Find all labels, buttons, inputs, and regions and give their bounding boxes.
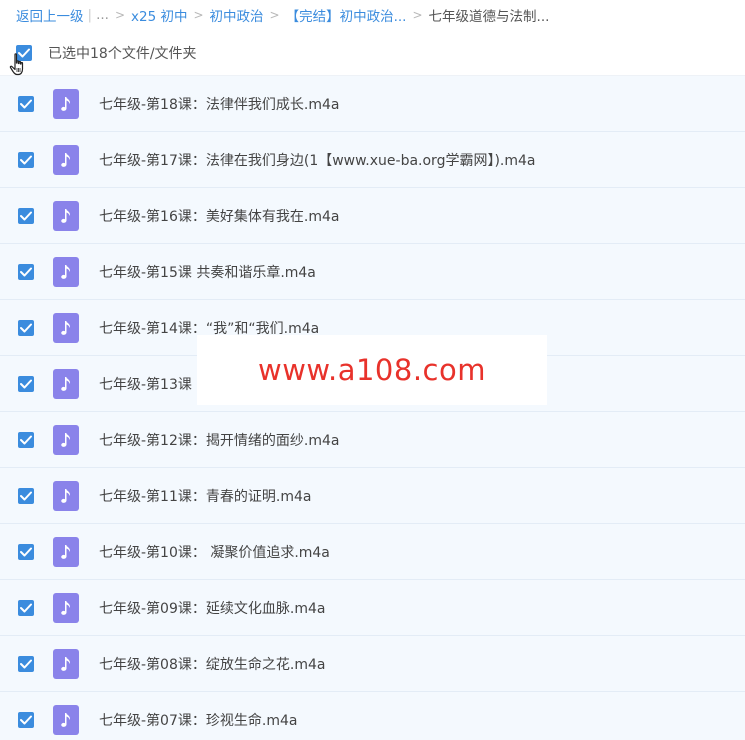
music-note-icon xyxy=(53,480,79,511)
row-checkbox[interactable] xyxy=(18,599,34,616)
music-note-icon xyxy=(53,424,79,455)
watermark-text: www.a108.com xyxy=(258,353,486,387)
row-checkbox[interactable] xyxy=(18,375,34,392)
check-icon xyxy=(20,547,32,556)
check-icon xyxy=(20,379,32,388)
check-icon xyxy=(20,267,32,276)
breadcrumb-item-complete[interactable]: 【完结】初中政治... xyxy=(286,5,407,25)
music-note-icon xyxy=(53,704,79,735)
breadcrumb-separator: > xyxy=(193,8,204,22)
file-name[interactable]: 七年级-第10课： 凝聚价值追求.m4a xyxy=(99,542,330,562)
check-icon xyxy=(20,211,32,220)
back-link[interactable]: 返回上一级 xyxy=(16,5,84,25)
file-name[interactable]: 七年级-第08课：绽放生命之花.m4a xyxy=(99,654,325,674)
file-list: 七年级-第18课：法律伴我们成长.m4a 七年级-第17课：法律在我们身边(1【w… xyxy=(0,76,745,740)
file-name[interactable]: 七年级-第16课：美好集体有我在.m4a xyxy=(99,206,339,226)
file-row[interactable]: 七年级-第16课：美好集体有我在.m4a xyxy=(0,188,745,244)
check-icon xyxy=(20,491,32,500)
file-name[interactable]: 七年级-第17课：法律在我们身边(1【www.xue-ba.org学霸网】).m… xyxy=(99,150,536,170)
file-name[interactable]: 七年级-第15课 共奏和谐乐章.m4a xyxy=(99,262,316,282)
file-row[interactable]: 七年级-第07课：珍视生命.m4a xyxy=(0,692,745,740)
selection-count: 已选中18个文件/文件夹 xyxy=(48,45,197,62)
file-name[interactable]: 七年级-第12课：揭开情绪的面纱.m4a xyxy=(99,430,339,450)
breadcrumb-separator: > xyxy=(114,8,125,22)
file-browser: 返回上一级 | ... > x25 初中 > 初中政治 > 【完结】初中政治..… xyxy=(0,0,745,740)
check-icon xyxy=(20,715,32,724)
row-checkbox[interactable] xyxy=(18,263,34,280)
file-name[interactable]: 七年级-第11课：青春的证明.m4a xyxy=(99,486,311,506)
check-icon xyxy=(20,659,32,668)
music-note-icon xyxy=(53,536,79,567)
watermark-overlay: www.a108.com xyxy=(197,335,547,405)
breadcrumb-ellipsis[interactable]: ... xyxy=(96,7,109,23)
file-row[interactable]: 七年级-第12课：揭开情绪的面纱.m4a xyxy=(0,412,745,468)
check-icon xyxy=(20,99,32,108)
file-row[interactable]: 七年级-第11课：青春的证明.m4a xyxy=(0,468,745,524)
music-note-icon xyxy=(53,144,79,175)
breadcrumb-pipe: | xyxy=(87,7,93,23)
hand-pointer-icon xyxy=(9,53,24,76)
breadcrumb-separator: > xyxy=(412,8,423,22)
breadcrumb: 返回上一级 | ... > x25 初中 > 初中政治 > 【完结】初中政治..… xyxy=(0,0,745,30)
row-checkbox[interactable] xyxy=(18,319,34,336)
selection-bar: 已选中18个文件/文件夹 xyxy=(0,30,745,76)
file-name[interactable]: 七年级-第09课：延续文化血脉.m4a xyxy=(99,598,325,618)
file-row[interactable]: 七年级-第09课：延续文化血脉.m4a xyxy=(0,580,745,636)
row-checkbox[interactable] xyxy=(18,151,34,168)
row-checkbox[interactable] xyxy=(18,487,34,504)
file-row[interactable]: 七年级-第17课：法律在我们身边(1【www.xue-ba.org学霸网】).m… xyxy=(0,132,745,188)
file-row[interactable]: 七年级-第15课 共奏和谐乐章.m4a xyxy=(0,244,745,300)
file-name[interactable]: 七年级-第07课：珍视生命.m4a xyxy=(99,710,297,730)
breadcrumb-item-x25[interactable]: x25 初中 xyxy=(131,5,187,25)
music-note-icon xyxy=(53,592,79,623)
row-checkbox[interactable] xyxy=(18,95,34,112)
file-row[interactable]: 七年级-第18课：法律伴我们成长.m4a xyxy=(0,76,745,132)
breadcrumb-separator: > xyxy=(269,8,280,22)
file-row[interactable]: 七年级-第10课： 凝聚价值追求.m4a xyxy=(0,524,745,580)
music-note-icon xyxy=(53,256,79,287)
row-checkbox[interactable] xyxy=(18,207,34,224)
breadcrumb-item-politics[interactable]: 初中政治 xyxy=(210,5,264,25)
check-icon xyxy=(20,603,32,612)
row-checkbox[interactable] xyxy=(18,655,34,672)
music-note-icon xyxy=(53,368,79,399)
check-icon xyxy=(20,435,32,444)
music-note-icon xyxy=(53,200,79,231)
row-checkbox[interactable] xyxy=(18,543,34,560)
check-icon xyxy=(20,323,32,332)
file-name[interactable]: 七年级-第18课：法律伴我们成长.m4a xyxy=(99,94,339,114)
file-name[interactable]: 七年级-第13课 xyxy=(99,374,192,394)
music-note-icon xyxy=(53,312,79,343)
check-icon xyxy=(20,155,32,164)
file-row[interactable]: 七年级-第08课：绽放生命之花.m4a xyxy=(0,636,745,692)
music-note-icon xyxy=(53,88,79,119)
row-checkbox[interactable] xyxy=(18,431,34,448)
breadcrumb-current: 七年级道德与法制... xyxy=(428,9,550,25)
music-note-icon xyxy=(53,648,79,679)
row-checkbox[interactable] xyxy=(18,711,34,728)
